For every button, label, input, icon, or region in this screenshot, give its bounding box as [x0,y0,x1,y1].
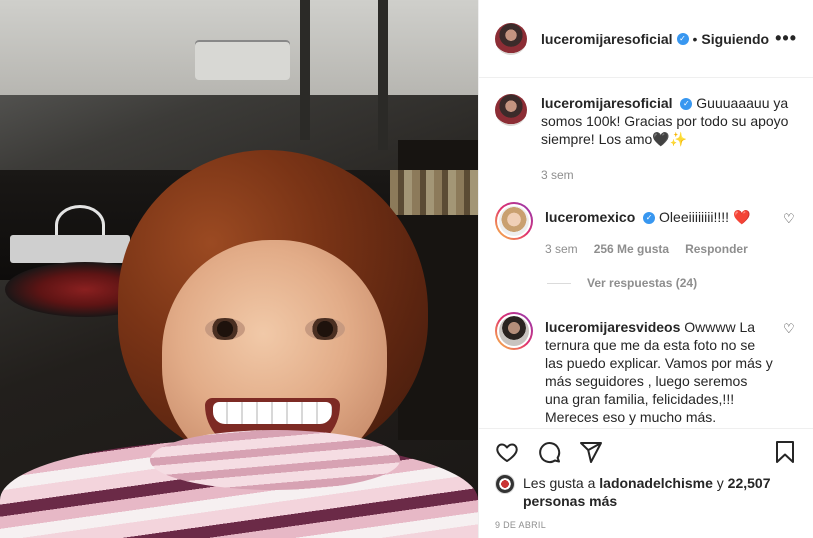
author-username[interactable]: luceromijaresoficial [541,31,673,47]
caption-username[interactable]: luceromijaresoficial [541,95,673,111]
comment-like-count[interactable]: 256 Me gusta [594,240,669,258]
post-header: luceromijaresoficial ✓ • Siguiendo ••• [479,0,813,78]
commenter-avatar-ring[interactable] [495,312,533,350]
comment-icon[interactable] [535,438,563,466]
replies-line [547,282,571,284]
child-eye-left [205,318,245,340]
bookmark-icon[interactable] [771,438,799,466]
comment-emoji: ❤️ [732,209,751,225]
share-icon[interactable] [577,438,605,466]
photo-books [390,170,478,215]
post-date: 9 DE ABRIL [495,520,547,530]
commenter-avatar-ring[interactable] [495,202,533,240]
comment-reply-button[interactable]: Responder [685,240,748,258]
heart-icon[interactable] [493,438,521,466]
more-options-icon[interactable]: ••• [775,28,797,49]
post-photo[interactable] [0,0,478,538]
comment-meta: 3 sem 256 Me gusta Responder [545,240,773,258]
comment-like-heart-icon[interactable]: ♡ [783,212,797,226]
likes-text: Les gusta a ladonadelchisme y 22,507 per… [523,474,797,510]
verified-badge-icon: ✓ [643,212,656,225]
header-separator: • [692,30,698,47]
author-avatar[interactable] [495,94,527,126]
caption: luceromijaresoficial ✓ Guuuaaauu ya somo… [495,94,797,184]
comment-body: luceromexico ✓ Oleeiiiiiiii!!!! ❤️ 3 sem… [545,202,797,258]
likes-summary: Les gusta a ladonadelchisme y 22,507 per… [479,474,813,510]
header-meta: luceromijaresoficial ✓ • Siguiendo [541,31,769,47]
liker-username[interactable]: ladonadelchisme [599,475,713,491]
caption-time: 3 sem [541,168,574,182]
liker-avatar[interactable] [495,474,515,494]
comment-time: 3 sem [545,242,578,256]
child-eye-right [305,318,345,340]
photo-pillar [300,0,310,140]
photo-pillar [378,0,388,150]
child-collar [150,430,400,490]
view-replies-label: Ver respuestas (24) [587,276,698,290]
verified-badge-icon: ✓ [676,32,689,45]
child-teeth [213,402,332,424]
comment-like-heart-icon[interactable]: ♡ [783,322,797,336]
comment-username[interactable]: luceromijaresvideos [545,319,680,335]
author-avatar[interactable] [495,22,527,55]
instagram-post-modal: luceromijaresoficial ✓ • Siguiendo ••• l… [0,0,813,538]
photo-device [10,235,130,263]
action-bar [479,428,813,474]
likes-prefix: Les gusta a [523,475,596,491]
comment-text: Oleeiiiiiiii!!!! [659,209,730,225]
photo-speaker [195,40,290,80]
commenter-avatar[interactable] [499,206,529,236]
view-replies-button[interactable]: Ver respuestas (24) [547,276,797,290]
verified-badge-icon: ✓ [680,98,693,111]
commenter-avatar[interactable] [499,316,529,346]
comment-item: luceromexico ✓ Oleeiiiiiiii!!!! ❤️ 3 sem… [495,202,797,258]
comment-username[interactable]: luceromexico [545,209,635,225]
caption-meta: 3 sem [541,166,797,184]
following-button[interactable]: Siguiendo [701,31,769,47]
caption-emoji: 🖤✨ [652,131,688,147]
caption-body: luceromijaresoficial ✓ Guuuaaauu ya somo… [541,94,797,184]
comments-section[interactable]: luceromijaresoficial ✓ Guuuaaauu ya somo… [479,78,813,428]
comment-item: luceromijaresvideos Owwww La ternura que… [495,312,797,426]
likes-connector: y [716,475,724,491]
comment-body: luceromijaresvideos Owwww La ternura que… [545,312,797,426]
post-side-panel: luceromijaresoficial ✓ • Siguiendo ••• l… [478,0,813,538]
